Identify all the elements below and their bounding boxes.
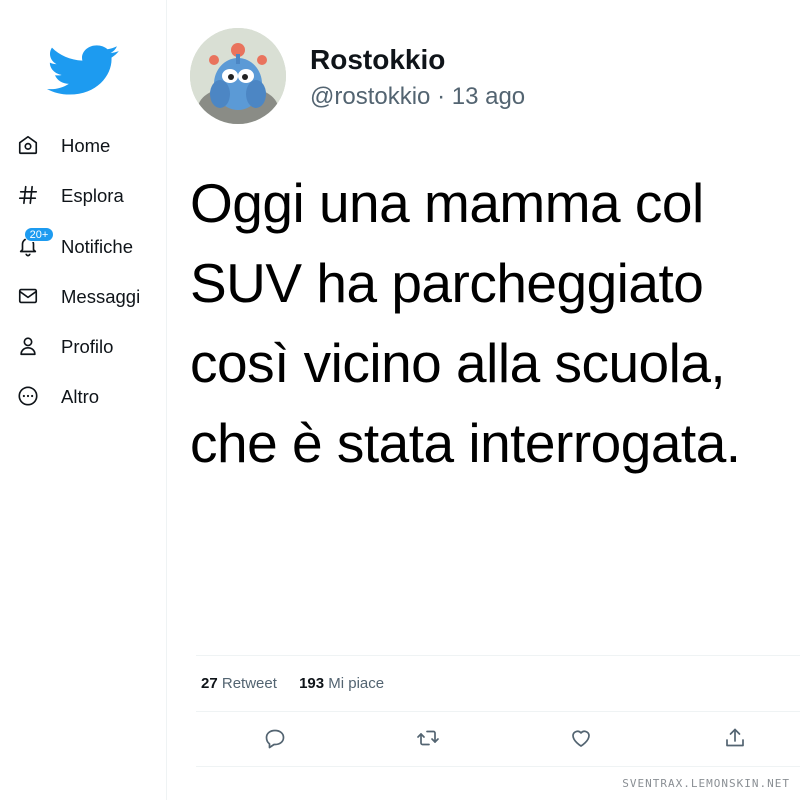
sidebar-item-home[interactable]: Home: [0, 127, 166, 163]
retweet-count-link[interactable]: 27 Retweet: [201, 675, 281, 692]
watermark: SVENTRAX.LEMONSKIN.NET: [622, 777, 790, 790]
reply-button[interactable]: [261, 726, 289, 754]
like-label: Mi piace: [328, 675, 385, 692]
stats-bottom-divider: [196, 711, 800, 712]
envelope-icon: [16, 285, 40, 307]
more-circle-icon: [16, 385, 40, 407]
like-button[interactable]: [567, 726, 595, 754]
retweet-count: 27: [201, 675, 218, 692]
tweet-stats: 27 Retweet 193 Mi piace: [201, 675, 402, 692]
sidebar-item-label: Home: [61, 135, 111, 156]
tweet-timestamp[interactable]: 13 ago: [452, 83, 525, 110]
retweet-icon: [416, 726, 440, 755]
avatar[interactable]: [190, 28, 286, 124]
like-count-link[interactable]: 193 Mi piace: [299, 675, 384, 692]
like-count: 193: [299, 675, 325, 692]
sidebar-item-label: Altro: [61, 386, 100, 407]
sidebar-item-messages[interactable]: Messaggi: [0, 278, 166, 314]
person-icon: [16, 335, 40, 357]
tweet-text: Oggi una mamma col SUV ha parcheggiato c…: [190, 172, 741, 474]
sidebar-item-notifications[interactable]: 20+ Notifiche: [0, 227, 166, 264]
sidebar-item-explore[interactable]: Esplora: [0, 177, 166, 213]
sidebar-item-label: Messaggi: [61, 286, 141, 307]
sidebar-item-more[interactable]: Altro: [0, 378, 166, 414]
like-heart-icon: [569, 726, 593, 755]
home-icon: [16, 134, 40, 156]
share-button[interactable]: [721, 726, 749, 754]
actions-bottom-divider: [196, 766, 800, 767]
author-name[interactable]: Rostokkio: [310, 44, 445, 76]
reply-icon: [263, 726, 287, 755]
sidebar-item-profile[interactable]: Profilo: [0, 328, 166, 364]
retweet-button[interactable]: [414, 726, 442, 754]
twitter-bird-icon[interactable]: [44, 38, 120, 102]
sidebar-item-label: Esplora: [61, 185, 124, 206]
stats-top-divider: [196, 655, 800, 656]
sidebar-item-label: Profilo: [61, 336, 114, 357]
hashtag-icon: [16, 184, 40, 206]
notification-badge: 20+: [24, 227, 54, 242]
bell-icon: 20+: [16, 227, 54, 257]
author-meta: @rostokkio · 13 ago: [310, 83, 525, 111]
author-handle[interactable]: @rostokkio: [310, 83, 430, 110]
meta-separator: ·: [437, 83, 452, 110]
retweet-label: Retweet: [221, 675, 277, 692]
sidebar: Home Esplora 20+ Notifiche Messaggi Prof…: [0, 0, 167, 800]
sidebar-item-label: Notifiche: [61, 236, 133, 257]
share-icon: [723, 726, 747, 755]
